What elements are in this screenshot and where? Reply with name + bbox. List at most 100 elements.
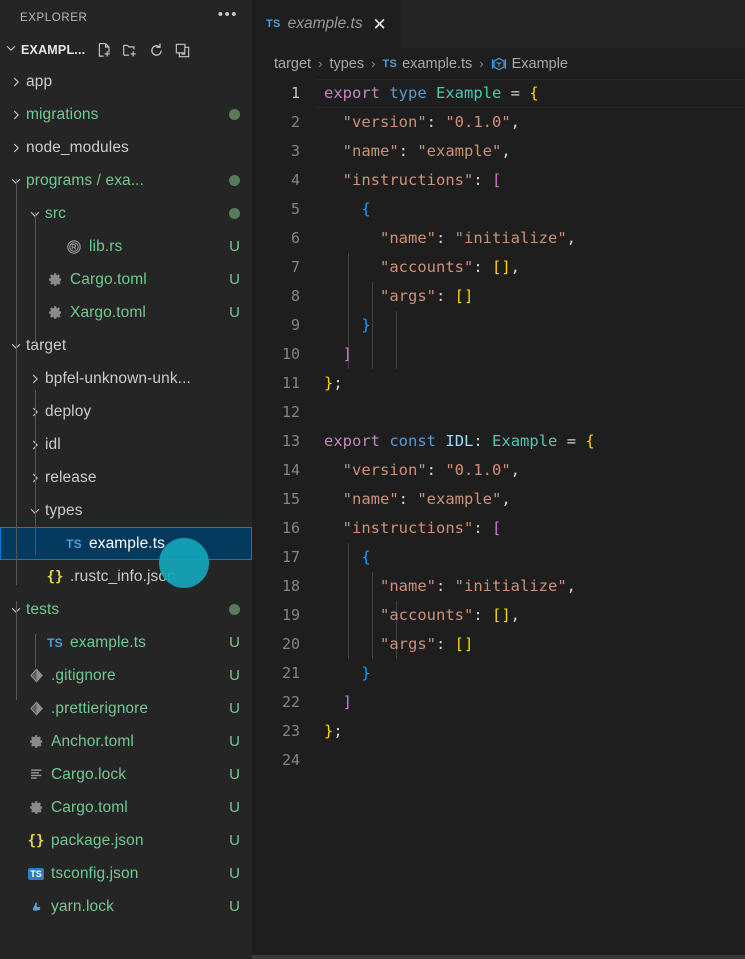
symbol-interface-icon	[491, 56, 507, 72]
code-line[interactable]: 4 "instructions": [	[252, 166, 745, 195]
breadcrumb-item-target[interactable]: target	[274, 56, 311, 72]
code-line[interactable]: 17 {	[252, 543, 745, 572]
file-tree-item[interactable]: Xargo.toml U	[0, 296, 252, 329]
code-line[interactable]: 21 }	[252, 659, 745, 688]
explorer-more-actions-icon[interactable]: •••	[212, 7, 244, 26]
file-tree-item[interactable]: Anchor.toml U	[0, 725, 252, 758]
folder-tree-item[interactable]: app	[0, 65, 252, 98]
code-line[interactable]: 8 "args": []	[252, 282, 745, 311]
workspace-root-row[interactable]: EXAMPL...	[0, 35, 252, 65]
folder-tree-item[interactable]: types	[0, 494, 252, 527]
tab-label: example.ts	[287, 15, 363, 32]
code-line[interactable]: 23};	[252, 717, 745, 746]
code-line[interactable]: 15 "name": "example",	[252, 485, 745, 514]
chevron-down-icon[interactable]	[4, 41, 18, 60]
code-token: :	[436, 287, 455, 305]
breadcrumb-item-example[interactable]: Example	[491, 56, 568, 72]
editor-tab-example-ts[interactable]: TS example.ts ✕	[252, 0, 401, 48]
breadcrumb[interactable]: target › types › TS example.ts › Example	[252, 48, 745, 79]
file-tree-item[interactable]: TS tsconfig.json U	[0, 857, 252, 890]
folder-tree-item[interactable]: release	[0, 461, 252, 494]
file-tree-item[interactable]: Cargo.toml U	[0, 263, 252, 296]
code-line[interactable]: 12	[252, 398, 745, 427]
code-token: "instructions"	[342, 519, 474, 537]
tree-indent-guide	[35, 634, 36, 667]
chevron-right-icon[interactable]	[8, 107, 24, 123]
folder-tree-item[interactable]: src	[0, 197, 252, 230]
code-token: "name"	[380, 577, 436, 595]
file-tree[interactable]: app migrations node_modules programs / exa.…	[0, 65, 252, 959]
folder-tree-item[interactable]: programs / exa...	[0, 164, 252, 197]
file-tree-item[interactable]: {} .rustc_info.json	[0, 560, 252, 593]
code-line[interactable]: 16 "instructions": [	[252, 514, 745, 543]
file-tree-item[interactable]: yarn.lock U	[0, 890, 252, 923]
code-line-text: export type Example = {	[316, 79, 539, 108]
code-line[interactable]: 10 ]	[252, 340, 745, 369]
code-token: ;	[333, 374, 343, 392]
code-token: :	[398, 142, 418, 160]
chevron-right-icon[interactable]	[8, 140, 24, 156]
file-tree-item[interactable]: {} package.json U	[0, 824, 252, 857]
code-editor[interactable]: 1 export type Example = {2 "version": "0.…	[252, 79, 745, 959]
code-token: :	[436, 577, 455, 595]
code-line[interactable]: 7 "accounts": [],	[252, 253, 745, 282]
file-tree-item[interactable]: TS example.ts U	[0, 626, 252, 659]
file-tree-item[interactable]: Cargo.toml U	[0, 791, 252, 824]
code-line[interactable]: 18 "name": "initialize",	[252, 572, 745, 601]
folder-tree-item[interactable]: node_modules	[0, 131, 252, 164]
folder-tree-item[interactable]: deploy	[0, 395, 252, 428]
file-tree-item[interactable]: lib.rs U	[0, 230, 252, 263]
code-token: []	[454, 635, 474, 653]
refresh-icon[interactable]	[145, 39, 167, 61]
git-status-badge: U	[229, 304, 240, 321]
breadcrumb-item-example-ts[interactable]: TS example.ts	[382, 56, 472, 72]
folder-tree-item[interactable]: tests	[0, 593, 252, 626]
chevron-right-icon[interactable]	[8, 74, 24, 90]
code-line[interactable]: 20 "args": []	[252, 630, 745, 659]
file-tree-item-selected[interactable]: TS example.ts	[0, 527, 252, 560]
chevron-right-icon[interactable]	[27, 371, 43, 387]
typescript-icon: TS	[266, 18, 281, 30]
typescript-icon: TS	[66, 536, 82, 551]
close-icon[interactable]: ✕	[370, 16, 390, 33]
code-line[interactable]: 13 export const IDL: Example = {	[252, 427, 745, 456]
code-line[interactable]: 9 }	[252, 311, 745, 340]
code-line[interactable]: 5 {	[252, 195, 745, 224]
code-token: type	[389, 84, 427, 102]
rust-icon	[64, 239, 84, 255]
code-line[interactable]: 6 "name": "initialize",	[252, 224, 745, 253]
code-line[interactable]: 11};	[252, 369, 745, 398]
folder-tree-item[interactable]: bpfel-unknown-unk...	[0, 362, 252, 395]
collapse-all-icon[interactable]	[171, 39, 193, 61]
code-line[interactable]: 24	[252, 746, 745, 775]
file-tree-item[interactable]: .prettierignore U	[0, 692, 252, 725]
code-line[interactable]: 2 "version": "0.1.0",	[252, 108, 745, 137]
code-token: Example	[436, 84, 502, 102]
file-tree-item[interactable]: Cargo.lock U	[0, 758, 252, 791]
horizontal-scrollbar[interactable]	[252, 955, 745, 959]
line-number: 18	[281, 577, 300, 595]
code-line[interactable]: 14 "version": "0.1.0",	[252, 456, 745, 485]
line-number: 21	[281, 664, 300, 682]
code-line[interactable]: 22 ]	[252, 688, 745, 717]
new-folder-icon[interactable]	[119, 39, 141, 61]
breadcrumb-item-types[interactable]: types	[329, 56, 364, 72]
new-file-icon[interactable]	[93, 39, 115, 61]
folder-tree-item[interactable]: target	[0, 329, 252, 362]
line-number: 19	[281, 606, 300, 624]
folder-tree-item[interactable]: migrations	[0, 98, 252, 131]
code-line[interactable]: 19 "accounts": [],	[252, 601, 745, 630]
line-number: 1	[290, 84, 300, 102]
tree-indent-guide	[35, 390, 36, 555]
line-number: 23	[281, 722, 300, 740]
code-line[interactable]: 3 "name": "example",	[252, 137, 745, 166]
code-line[interactable]: 1 export type Example = {	[252, 79, 745, 108]
file-tree-item[interactable]: .gitignore U	[0, 659, 252, 692]
code-token: "args"	[380, 635, 436, 653]
folder-tree-item[interactable]: idl	[0, 428, 252, 461]
code-token: ,	[510, 113, 521, 131]
